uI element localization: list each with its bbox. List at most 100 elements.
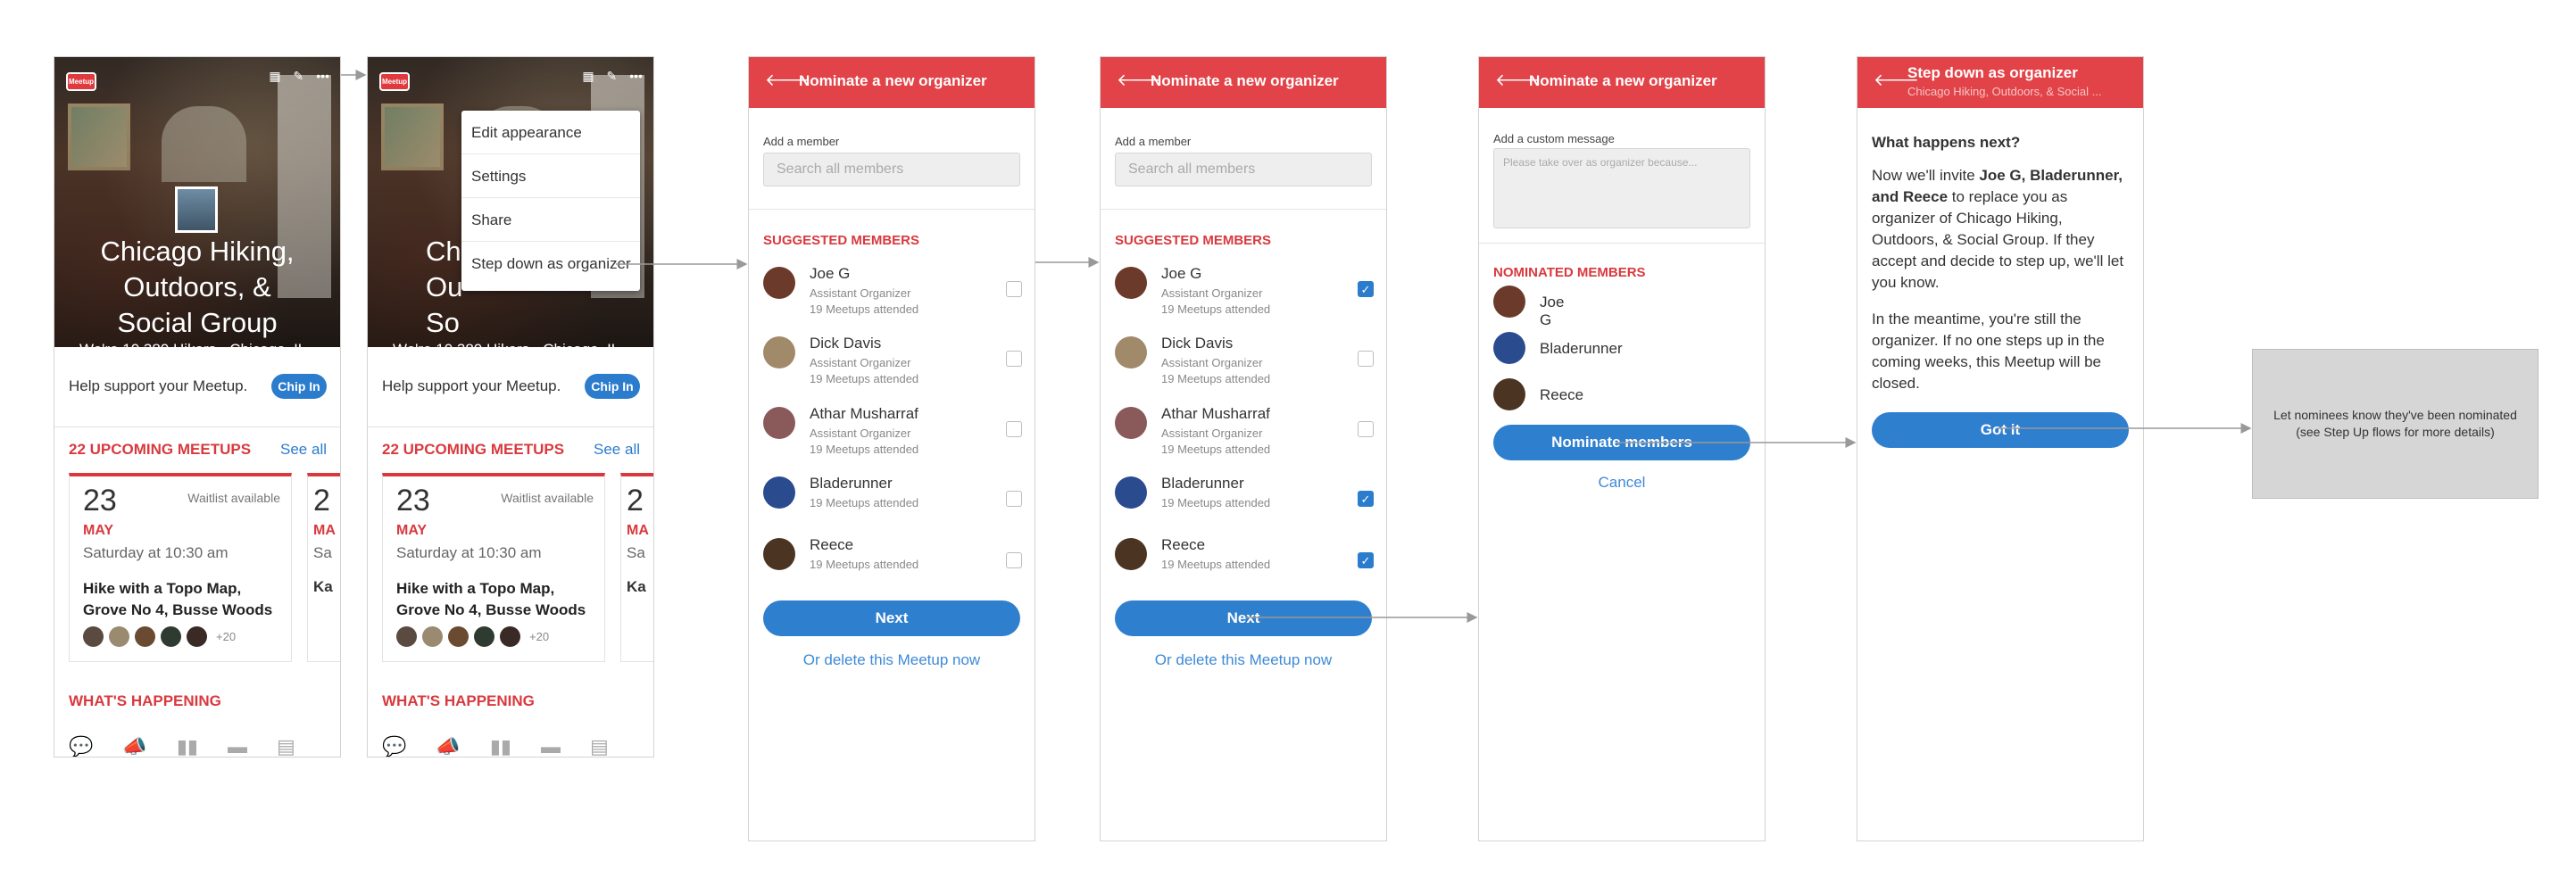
got-it-button[interactable]: Got it — [1872, 412, 2129, 448]
avatar — [109, 626, 129, 647]
header-bar: 🡐 Step down as organizer Chicago Hiking,… — [1857, 57, 2143, 108]
divider — [1479, 243, 1765, 244]
folder-icon[interactable]: ▬ — [228, 735, 247, 757]
member-row[interactable]: Athar Musharraf Assistant Organizer 19 Mee… — [763, 405, 1022, 460]
discussion-icon[interactable]: 💬 — [69, 735, 93, 757]
avatar — [135, 626, 155, 647]
more-icon[interactable]: ••• — [316, 69, 329, 84]
avatar — [763, 407, 795, 439]
avatar — [474, 626, 494, 647]
header-title: Nominate a new organizer — [1151, 72, 1339, 89]
more-attendees: +20 — [529, 630, 550, 643]
member-checkbox[interactable] — [1006, 552, 1022, 568]
header-bar: 🡐 Nominate a new organizer — [749, 57, 1035, 108]
member-checkbox[interactable] — [1358, 421, 1374, 437]
avatar — [500, 626, 520, 647]
divider — [749, 209, 1035, 210]
header-bar: 🡐 Nominate a new organizer — [1101, 57, 1386, 108]
member-row[interactable]: Joe G Assistant Organizer 19 Meetups atten… — [1115, 265, 1374, 320]
delete-meetup-link[interactable]: Or delete this Meetup now — [1101, 651, 1386, 669]
member-checkbox[interactable] — [1006, 281, 1022, 297]
screen-nominate-checked: 🡐 Nominate a new organizer Add a member Sea… — [1100, 56, 1387, 841]
search-members-input[interactable]: Search all members — [763, 153, 1020, 186]
calendar-icon[interactable]: ▦ — [269, 69, 280, 84]
member-checkbox[interactable]: ✓ — [1358, 491, 1374, 507]
member-row[interactable]: Reece 19 Meetups attended ✓ — [1115, 536, 1374, 592]
card-month: MAY — [396, 523, 428, 538]
edit-icon[interactable]: ✎ — [607, 69, 618, 84]
see-all-link[interactable]: See all — [594, 441, 640, 459]
cancel-link[interactable]: Cancel — [1479, 474, 1765, 492]
member-checkbox[interactable] — [1358, 351, 1374, 367]
poll-icon[interactable]: ▮▮ — [490, 735, 511, 757]
member-checkbox[interactable]: ✓ — [1358, 552, 1374, 568]
meetup-card-partial[interactable]: 2 MA Sa Ka — [307, 473, 340, 662]
card-time: Saturday at 10:30 am — [83, 544, 229, 561]
upcoming-meetups-heading: 22 UPCOMING MEETUPS — [69, 441, 252, 458]
calendar-icon[interactable]: ▦ — [582, 69, 594, 84]
member-row[interactable]: Bladerunner 19 Meetups attended — [763, 475, 1022, 530]
card-day: 23 — [396, 484, 430, 518]
chip-in-button[interactable]: Chip In — [585, 374, 640, 399]
member-row[interactable]: Dick Davis Assistant Organizer 19 Meetups … — [763, 335, 1022, 390]
menu-item-share[interactable]: Share — [461, 198, 640, 242]
member-checkbox[interactable] — [1006, 421, 1022, 437]
member-row[interactable]: Reece 19 Meetups attended — [763, 536, 1022, 592]
menu-item-step-down[interactable]: Step down as organizer — [461, 242, 640, 286]
support-text: Help support your Meetup. — [382, 377, 561, 394]
group-photo — [175, 186, 218, 233]
card-day: 23 — [83, 484, 117, 518]
edit-icon[interactable]: ✎ — [294, 69, 304, 84]
doc-icon[interactable]: ▤ — [277, 735, 295, 757]
delete-meetup-link[interactable]: Or delete this Meetup now — [749, 651, 1035, 669]
menu-item-settings[interactable]: Settings — [461, 154, 640, 198]
avatar — [396, 626, 417, 647]
member-row[interactable]: Joe G Assistant Organizer 19 Meetups atten… — [763, 265, 1022, 320]
poll-icon[interactable]: ▮▮ — [177, 735, 198, 757]
nominate-members-button[interactable]: Nominate members — [1493, 425, 1750, 460]
meantime-paragraph: In the meantime, you're still the organi… — [1872, 311, 2105, 392]
avatar — [763, 476, 795, 509]
discussion-icon[interactable]: 💬 — [382, 735, 406, 757]
more-icon[interactable]: ••• — [629, 69, 643, 84]
menu-item-edit-appearance[interactable]: Edit appearance — [461, 111, 640, 154]
header-bar: 🡐 Nominate a new organizer — [1479, 57, 1765, 108]
screen-group-menu: Meetup ▦ ✎ ••• Chic Ou So We're 10,380 H… — [367, 56, 654, 758]
whats-happening-heading: WHAT'S HAPPENING — [69, 692, 221, 709]
member-checkbox[interactable]: ✓ — [1358, 281, 1374, 297]
what-next-heading: What happens next? — [1872, 134, 2021, 151]
avatar — [1115, 538, 1147, 570]
announce-icon[interactable]: 📣 — [436, 735, 460, 757]
avatar — [1115, 476, 1147, 509]
member-row[interactable]: Bladerunner 19 Meetups attended ✓ — [1115, 475, 1374, 530]
see-all-link[interactable]: See all — [280, 441, 327, 459]
meetup-card[interactable]: 23 Waitlist available MAY Saturday at 10… — [69, 473, 292, 662]
add-member-label: Add a member — [1115, 135, 1192, 148]
member-checkbox[interactable] — [1006, 351, 1022, 367]
chip-in-button[interactable]: Chip In — [271, 374, 327, 399]
avatar — [763, 336, 795, 368]
avatar — [1115, 267, 1147, 299]
invite-paragraph: Now we'll invite Joe G, Bladerunner, and… — [1872, 167, 2124, 291]
search-members-input[interactable]: Search all members — [1115, 153, 1372, 186]
announce-icon[interactable]: 📣 — [122, 735, 146, 757]
next-button[interactable]: Next — [763, 600, 1020, 636]
folder-icon[interactable]: ▬ — [541, 735, 561, 757]
card-status: Waitlist available — [501, 491, 594, 505]
header-title: Step down as organizer — [1907, 64, 2078, 81]
custom-message-field[interactable]: Please take over as organizer because... — [1493, 148, 1750, 228]
avatar — [448, 626, 469, 647]
member-row[interactable]: Dick Davis Assistant Organizer 19 Meetups … — [1115, 335, 1374, 390]
nominated-heading: NOMINATED MEMBERS — [1493, 265, 1646, 280]
doc-icon[interactable]: ▤ — [590, 735, 609, 757]
avatar — [1493, 332, 1525, 364]
meetup-card[interactable]: 23 Waitlist available MAY Saturday at 10… — [382, 473, 605, 662]
member-checkbox[interactable] — [1006, 491, 1022, 507]
card-month: MAY — [83, 523, 114, 538]
meetup-logo: Meetup — [66, 72, 96, 91]
next-button[interactable]: Next — [1115, 600, 1372, 636]
header-subtitle: Chicago Hiking, Outdoors, & Social ... — [1907, 85, 2102, 98]
divider — [1101, 209, 1386, 210]
member-row[interactable]: Athar Musharraf Assistant Organizer 19 Mee… — [1115, 405, 1374, 460]
meetup-card-partial[interactable]: 2 MA Sa Ka — [620, 473, 653, 662]
